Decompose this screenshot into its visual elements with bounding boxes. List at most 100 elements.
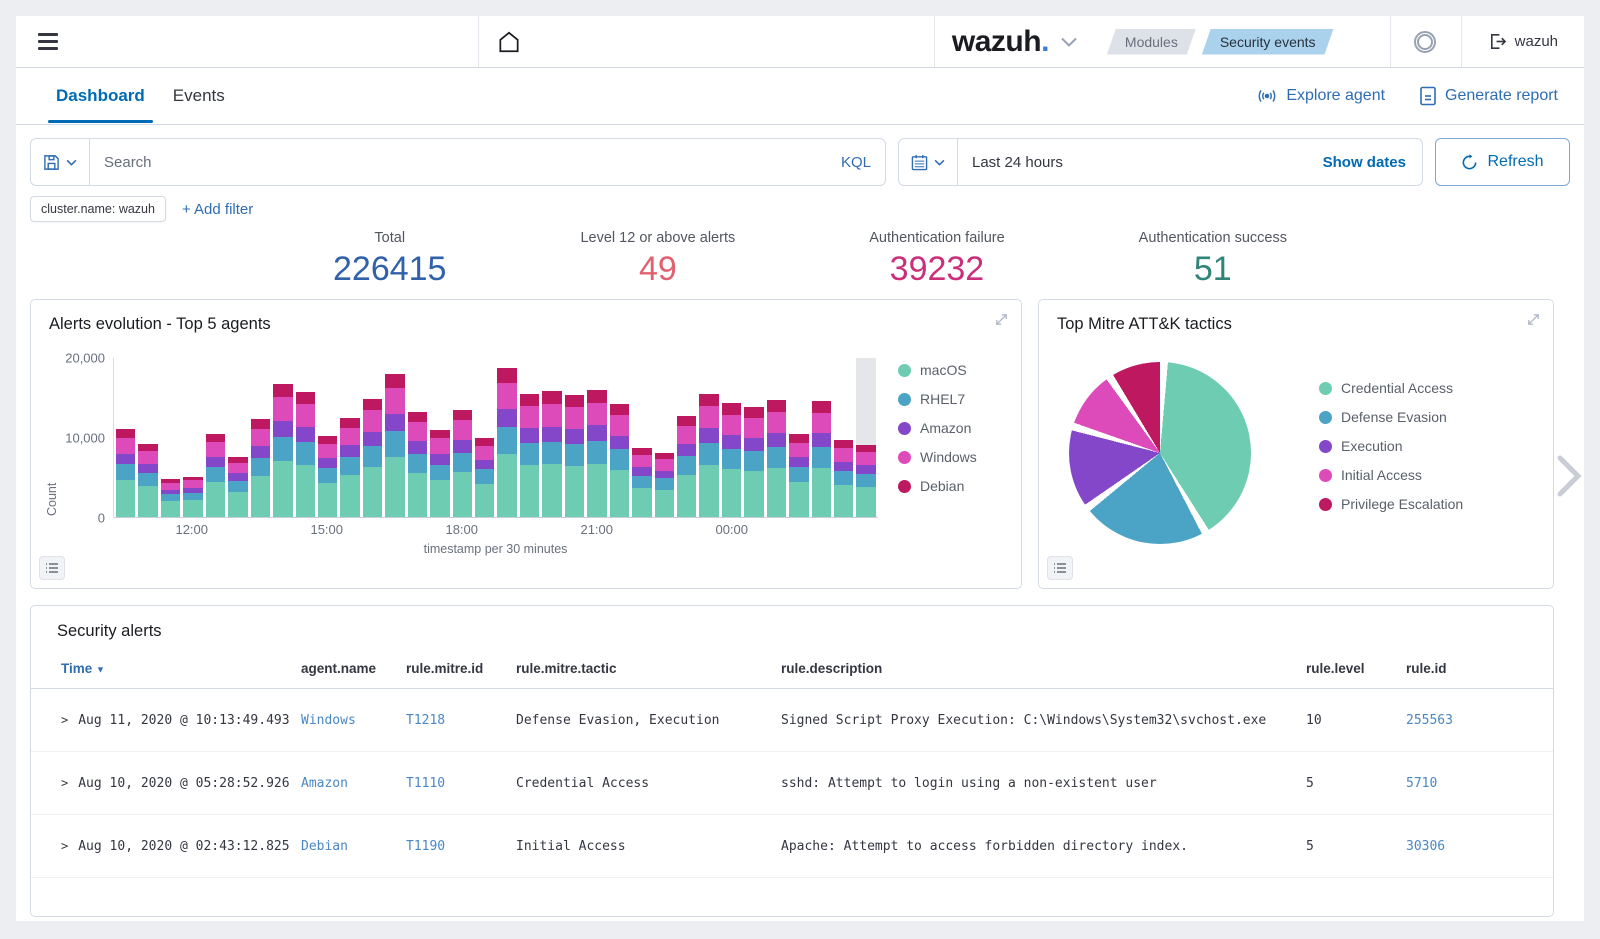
bar-slot [116,358,135,517]
stacked-bar[interactable] [565,395,584,517]
stacked-bar[interactable] [632,448,651,517]
cell-rule-mitre-id[interactable]: T1110 [398,752,508,815]
stacked-bar[interactable] [251,419,270,517]
logout-user[interactable]: wazuh [1488,32,1558,51]
chevron-down-icon[interactable] [1061,37,1077,47]
stacked-bar[interactable] [453,410,472,517]
stacked-bar[interactable] [430,430,449,517]
cell-agent-name[interactable]: Amazon [293,752,398,815]
search-bar: KQL [30,138,886,186]
legend-item[interactable]: Execution [1319,438,1463,454]
legend-item[interactable]: Windows [898,449,977,465]
stacked-bar[interactable] [587,390,606,517]
search-input[interactable] [90,139,827,185]
legend-item[interactable]: Privilege Escalation [1319,496,1463,512]
stacked-bar[interactable] [385,374,404,517]
expand-icon[interactable] [994,312,1009,327]
stacked-bar[interactable] [340,418,359,517]
broadcast-icon [1256,87,1278,105]
expand-icon[interactable] [1526,312,1541,327]
legend-item[interactable]: Credential Access [1319,380,1463,396]
stacked-bar[interactable] [497,368,516,517]
stacked-bar[interactable] [318,436,337,517]
stacked-bar[interactable] [520,394,539,517]
row-expander-icon[interactable]: > [61,713,68,727]
legend-item[interactable]: Debian [898,478,977,494]
column-header-time[interactable]: Time ▼ [31,651,293,689]
next-page-chevron-icon[interactable] [1556,454,1582,498]
wazuh-logo[interactable]: wazuh. [952,25,1049,59]
explore-agent-button[interactable]: Explore agent [1256,87,1385,105]
health-status-icon[interactable] [1414,31,1436,53]
stacked-bar[interactable] [699,394,718,517]
bar-segment-macOS [430,480,449,517]
legend-item[interactable]: RHEL7 [898,391,977,407]
stacked-bar[interactable] [542,391,561,517]
row-expander-icon[interactable]: > [61,839,68,853]
bar-slot [542,358,561,517]
stacked-bar[interactable] [296,392,315,517]
kql-toggle[interactable]: KQL [827,139,885,185]
cell-rule-mitre-id[interactable]: T1218 [398,689,508,752]
stacked-bar[interactable] [789,434,808,517]
breadcrumb-modules[interactable]: Modules [1107,29,1196,55]
cell-rule-id[interactable]: 5710 [1398,752,1553,815]
stacked-bar[interactable] [744,407,763,517]
tab-events[interactable]: Events [159,70,239,122]
pie[interactable] [1069,362,1251,544]
legend-label: Initial Access [1341,467,1422,483]
legend-item[interactable]: Initial Access [1319,467,1463,483]
stacked-bar[interactable] [722,403,741,517]
stacked-bar[interactable] [812,401,831,517]
bar-segment-RHEL7 [251,458,270,476]
bar-segment-Windows [789,443,808,458]
legend-item[interactable]: macOS [898,362,977,378]
refresh-button[interactable]: Refresh [1435,138,1570,186]
stacked-bar[interactable] [363,399,382,517]
calendar-button[interactable] [899,139,958,185]
row-expander-icon[interactable]: > [61,776,68,790]
stacked-bar[interactable] [856,445,875,517]
show-dates-button[interactable]: Show dates [1307,154,1422,171]
bar-segment-Amazon [453,440,472,453]
stacked-bar[interactable] [273,384,292,517]
menu-icon[interactable] [38,33,58,50]
tab-dashboard[interactable]: Dashboard [42,70,159,122]
stacked-bar[interactable] [138,443,157,517]
bar-segment-macOS [520,465,539,517]
cell-rule-level: 10 [1298,689,1398,752]
panel-menu-button[interactable] [1047,556,1073,580]
bar-segment-macOS [318,483,337,517]
bar-slot [565,358,584,517]
stacked-bar[interactable] [677,416,696,517]
legend-item[interactable]: Amazon [898,420,977,436]
stacked-bar[interactable] [161,479,180,517]
stacked-bar[interactable] [408,412,427,517]
bar-segment-macOS [340,475,359,517]
stacked-bar[interactable] [610,404,629,517]
stacked-bar[interactable] [206,434,225,517]
stacked-bar[interactable] [767,400,786,517]
cell-rule-mitre-id[interactable]: T1190 [398,815,508,878]
stacked-bar[interactable] [475,438,494,518]
cell-rule-id[interactable]: 255563 [1398,689,1553,752]
panel-menu-button[interactable] [39,556,65,580]
cell-rule-id[interactable]: 30306 [1398,815,1553,878]
cell-agent-name[interactable]: Debian [293,815,398,878]
bar-segment-RHEL7 [296,442,315,465]
stacked-bar[interactable] [183,476,202,517]
home-icon[interactable] [496,29,522,55]
bar-segment-RHEL7 [610,449,629,469]
legend-swatch [898,422,911,435]
stacked-bar[interactable] [834,440,853,517]
stacked-bar[interactable] [116,429,135,517]
saved-queries-button[interactable] [31,139,90,185]
time-range-value[interactable]: Last 24 hours [958,154,1307,171]
legend-item[interactable]: Defense Evasion [1319,409,1463,425]
cell-agent-name[interactable]: Windows [293,689,398,752]
filter-pill[interactable]: cluster.name: wazuh [30,196,166,222]
add-filter-button[interactable]: + Add filter [182,201,253,218]
stacked-bar[interactable] [228,457,247,517]
stacked-bar[interactable] [655,453,674,517]
generate-report-button[interactable]: Generate report [1419,86,1558,106]
